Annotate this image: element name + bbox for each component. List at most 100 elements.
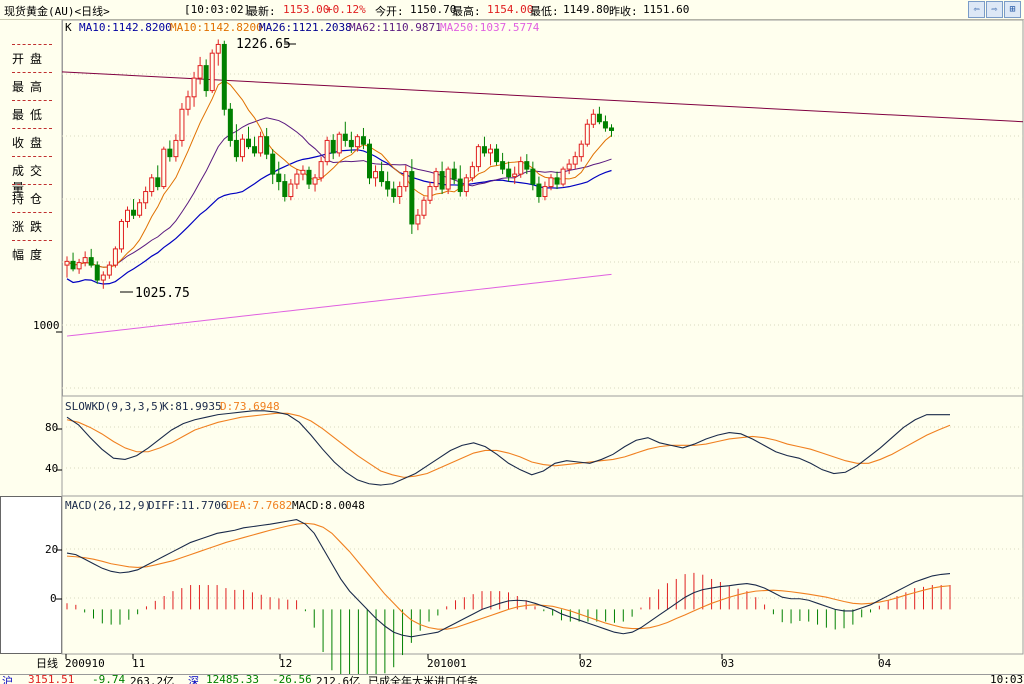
candle-up (125, 209, 130, 222)
candle-up (512, 173, 518, 178)
candle-up (118, 220, 124, 250)
candle-up (288, 183, 294, 198)
candle-down (155, 177, 161, 188)
k-label: K (65, 21, 72, 34)
candle-up (427, 186, 433, 201)
candle-down (348, 139, 354, 148)
candle-down (70, 260, 76, 270)
candle-up (475, 146, 481, 168)
candle-up (215, 43, 221, 54)
ma250-label: MA250:1037.5774 (440, 21, 540, 34)
candle-up (173, 139, 179, 158)
ma10-label: MA10:1142.8200 (79, 21, 172, 34)
panel-frame-2 (61, 495, 1024, 655)
candle-up (488, 148, 493, 154)
candle-up (106, 264, 112, 276)
candle-up (572, 156, 578, 165)
gold-daily-chart[interactable]: K MA10:1142.8200 MA10:1142.8200 MA26:112… (0, 0, 1024, 674)
candle-up (209, 52, 215, 92)
y-tick-1000: 1000 (33, 319, 60, 332)
macd-label: MACD(26,12,9) (65, 499, 151, 512)
x-axis (65, 654, 880, 659)
candle-up (197, 65, 203, 79)
candle-down (391, 188, 397, 198)
candle-up (518, 161, 524, 175)
candle-down (524, 161, 530, 170)
candle-down (246, 138, 251, 148)
candle-down (409, 171, 415, 225)
candle-up (397, 186, 403, 198)
candle-down (227, 108, 233, 141)
candle-up (161, 148, 167, 188)
candle-down (360, 136, 366, 145)
macd-y-tick-20: 20 (45, 543, 58, 556)
candle-down (330, 139, 336, 154)
candle-up (354, 136, 360, 148)
candle-up (415, 214, 421, 225)
candle-down (233, 139, 239, 158)
candle-up (548, 177, 554, 188)
candle-up (82, 257, 88, 264)
candle-up (560, 168, 566, 185)
macd-value: MACD:8.0048 (292, 499, 365, 512)
candle-up (149, 177, 155, 193)
candle-down (167, 148, 173, 158)
candlestick-panel (61, 39, 1024, 337)
candle-up (76, 262, 82, 270)
candle-up (336, 133, 342, 154)
candle-up (373, 171, 379, 179)
candle-up (578, 143, 584, 158)
x-tick-200910: 200910 (65, 657, 105, 670)
candle-down (94, 264, 100, 281)
candle-up (143, 191, 149, 204)
high-marker: 1226.65 (236, 37, 291, 52)
candle-up (112, 248, 118, 266)
kd-y-tick-80: 80 (45, 421, 58, 434)
x-tick-04: 04 (878, 657, 892, 670)
candle-down (221, 43, 227, 110)
low-marker: 1025.75 (135, 286, 190, 301)
candle-up (433, 171, 439, 188)
candle-up (403, 171, 409, 188)
candle-up (445, 168, 451, 190)
kd-label: SLOWKD(9,3,3,5) (65, 400, 164, 413)
candle-up (312, 177, 318, 185)
kd-d-value: D:73.6948 (220, 400, 280, 413)
x-tick-201001: 201001 (427, 657, 467, 670)
x-axis-label: 日线 (36, 656, 58, 670)
ma62-label: MA62:1110.9871 (349, 21, 442, 34)
candle-up (324, 139, 330, 163)
candle-up (239, 138, 245, 158)
candle-down (500, 161, 506, 170)
candle-up (185, 96, 191, 110)
candle-up (318, 161, 324, 179)
candle-up (421, 199, 427, 216)
ma26-label: MA26:1121.2038 (259, 21, 352, 34)
macd-diff-value: DIFF:11.7706 (148, 499, 227, 512)
ma26-line (66, 149, 612, 285)
macd-dea-value: DEA:7.7682 (226, 499, 292, 512)
candle-down (506, 168, 512, 178)
slowkd-panel (66, 410, 951, 486)
candle-up (100, 274, 106, 281)
kd-y-tick-40: 40 (45, 462, 58, 475)
candle-up (542, 186, 548, 198)
macd-panel (66, 519, 951, 674)
candle-down (530, 168, 536, 185)
candle-down (342, 133, 348, 141)
candle-down (270, 153, 276, 175)
candle-down (264, 136, 270, 155)
candle-down (379, 171, 385, 183)
candle-up (64, 260, 70, 266)
candle-down (306, 169, 312, 185)
kd-k-value: K:81.9935 (162, 400, 222, 413)
candle-up (590, 113, 596, 125)
candle-down (131, 209, 137, 216)
candle-up (258, 136, 264, 154)
chart-grid (56, 19, 1024, 655)
candle-down (88, 257, 94, 266)
macd-y-tick-0: 0 (50, 592, 57, 605)
candle-up (566, 163, 572, 170)
candle-down (276, 173, 282, 183)
ma250-line (66, 273, 612, 337)
